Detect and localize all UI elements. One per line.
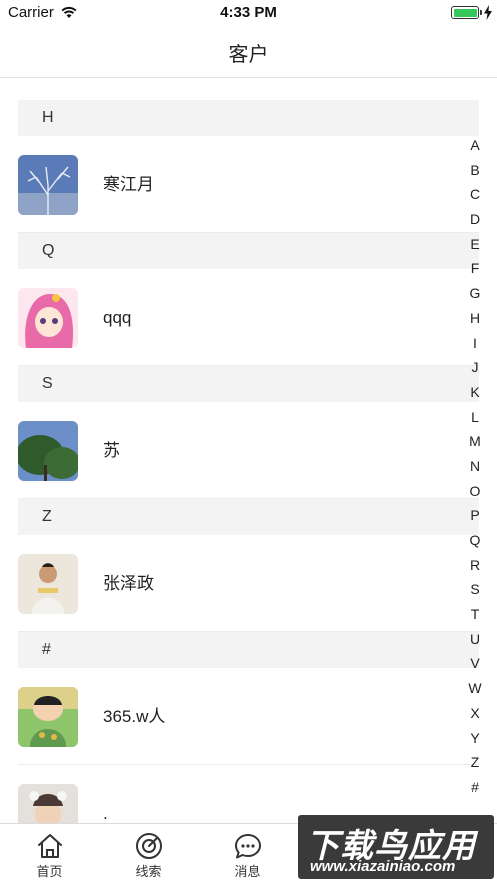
index-letter[interactable]: V [462,651,488,676]
index-letter[interactable]: T [462,602,488,627]
contact-row[interactable]: 苏 [18,402,479,499]
tab-leads-label: 线索 [135,864,162,879]
contact-row[interactable]: 寒江月 [18,136,479,233]
contact-name: 寒江月 [103,175,154,194]
contact-name: . [103,804,108,823]
navigation-bar: 客户 [0,26,497,78]
section-header-q: Q [18,233,479,269]
index-letter[interactable]: A [462,133,488,158]
contact-name: 张泽政 [103,574,154,593]
tree-sky-avatar [18,421,78,481]
index-letter[interactable]: E [462,232,488,257]
index-letter[interactable]: R [462,553,488,578]
index-letter[interactable]: P [462,503,488,528]
tab-messages[interactable]: 消息 [198,824,297,883]
winter-tree-avatar [18,155,78,215]
index-letter[interactable]: M [462,429,488,454]
radar-icon [135,833,162,859]
watermark-url: www.xiazainiao.com [310,858,456,875]
section-header-h: H [18,100,479,136]
contact-row[interactable]: 365.w人 [18,668,479,765]
tab-messages-label: 消息 [234,864,261,879]
contact-name: 苏 [103,441,120,460]
index-letter[interactable]: W [462,676,488,701]
contact-name: 365.w人 [103,707,166,726]
index-letter[interactable]: # [462,775,488,800]
contact-name: qqq [103,308,132,327]
anime-girl-avatar [18,288,78,348]
index-letter[interactable]: G [462,281,488,306]
index-letter[interactable]: Q [462,528,488,553]
index-letter[interactable]: L [462,405,488,430]
charging-icon [484,5,492,20]
battery-level [453,8,477,17]
page-title: 客户 [228,44,269,66]
section-header-s: S [18,366,479,402]
cartoon-boy-avatar [18,687,78,747]
index-letter[interactable]: I [462,331,488,356]
alphabet-index-bar[interactable]: A B C D E F G H I J K L M N O P Q R S T U V W X Y Z # [462,133,488,800]
contact-row[interactable]: qqq [18,269,479,366]
home-icon [37,834,62,858]
tab-home-label: 首页 [36,864,63,879]
index-letter[interactable]: B [462,158,488,183]
battery-icon [451,6,482,19]
clock: 4:33 PM [220,4,277,21]
contact-list[interactable]: H 寒江月 Q qqq S 苏 Z 张泽政 # 365.w人 . [18,100,479,823]
index-letter[interactable]: C [462,182,488,207]
status-bar: Carrier 4:33 PM [0,0,497,26]
index-letter[interactable]: S [462,577,488,602]
section-header-z: Z [18,499,479,535]
index-letter[interactable]: X [462,701,488,726]
person-avatar [18,554,78,614]
tab-home[interactable]: 首页 [0,824,99,883]
index-letter[interactable]: Y [462,726,488,751]
index-letter[interactable]: O [462,479,488,504]
index-letter[interactable]: F [462,256,488,281]
child-avatar [18,784,78,823]
index-letter[interactable]: H [462,306,488,331]
chat-bubble-icon [234,834,261,859]
contact-row[interactable]: 张泽政 [18,535,479,632]
index-letter[interactable]: J [462,355,488,380]
index-letter[interactable]: N [462,454,488,479]
index-letter[interactable]: D [462,207,488,232]
index-letter[interactable]: U [462,627,488,652]
index-letter[interactable]: Z [462,750,488,775]
section-header-hash: # [18,632,479,668]
tab-leads[interactable]: 线索 [99,824,198,883]
index-letter[interactable]: K [462,380,488,405]
watermark-logo: 下载鸟应用 www.xiazainiao.com [298,815,494,879]
